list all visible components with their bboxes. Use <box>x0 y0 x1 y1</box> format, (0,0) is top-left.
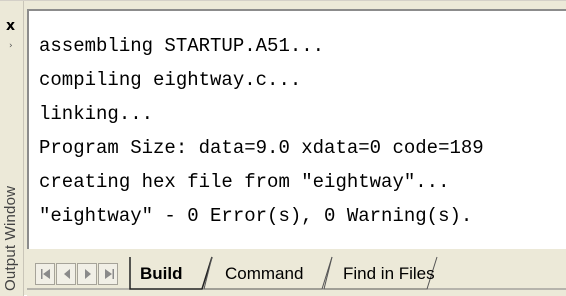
output-window: x › Output Window assembling STARTUP.A51… <box>0 0 566 296</box>
output-line: compiling eightway.c... <box>39 69 302 91</box>
output-text-area[interactable]: assembling STARTUP.A51... compiling eigh… <box>27 9 566 249</box>
pin-icon[interactable]: › <box>9 41 13 51</box>
output-line: assembling STARTUP.A51... <box>39 35 325 57</box>
output-line: "eightway" - 0 Error(s), 0 Warning(s). <box>39 205 473 227</box>
window-title: Output Window <box>2 185 19 291</box>
next-icon[interactable] <box>77 263 97 285</box>
tab-build[interactable]: Build <box>140 259 183 289</box>
output-line: creating hex file from "eightway"... <box>39 171 450 193</box>
tab-bar: Build Command Find in Files <box>27 249 566 296</box>
previous-icon[interactable] <box>56 263 76 285</box>
tab-find-in-files[interactable]: Find in Files <box>343 259 435 289</box>
output-line: Program Size: data=9.0 xdata=0 code=189 <box>39 137 484 159</box>
window-title-strip: x › Output Window <box>0 1 24 296</box>
close-icon[interactable]: x <box>6 19 15 33</box>
output-line: linking... <box>39 103 154 125</box>
tab-command[interactable]: Command <box>225 259 303 289</box>
last-icon[interactable] <box>98 263 118 285</box>
first-icon[interactable] <box>35 263 55 285</box>
